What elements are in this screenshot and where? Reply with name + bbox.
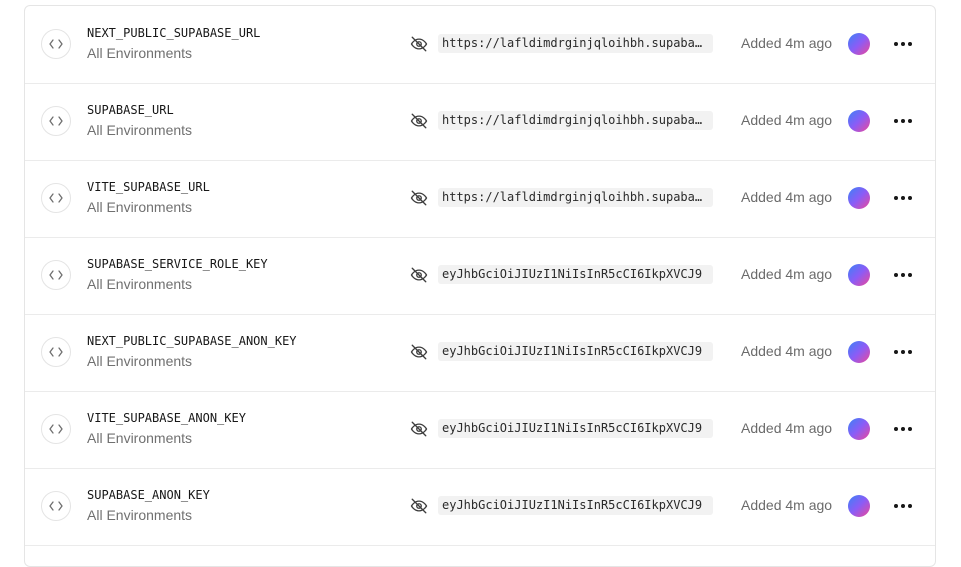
code-icon xyxy=(41,183,71,213)
env-var-row[interactable]: VITE_SUPABASE_URL All Environments https… xyxy=(25,160,935,238)
env-var-name[interactable]: VITE_SUPABASE_URL xyxy=(87,180,210,194)
code-icon xyxy=(41,106,71,136)
env-var-row[interactable]: VITE_SUPABASE_ANON_KEY All Environments … xyxy=(25,391,935,469)
avatar xyxy=(848,187,870,209)
env-var-environments: All Environments xyxy=(87,122,193,138)
avatar xyxy=(848,495,870,517)
env-var-row[interactable]: NEXT_PUBLIC_SUPABASE_URL All Environment… xyxy=(25,6,935,84)
env-var-row[interactable]: SUPABASE_URL All Environments https://la… xyxy=(25,83,935,161)
more-horizontal-icon[interactable] xyxy=(891,420,915,438)
env-var-value[interactable]: eyJhbGciOiJIUzI1NiIsInR5cCI6IkpXVCJ9 xyxy=(438,342,713,361)
env-var-environments: All Environments xyxy=(87,353,193,369)
avatar xyxy=(848,264,870,286)
more-horizontal-icon[interactable] xyxy=(891,266,915,284)
env-var-value[interactable]: https://lafldimdrginjqloihbh.supabase.co xyxy=(438,188,713,207)
more-horizontal-icon[interactable] xyxy=(891,343,915,361)
env-var-environments: All Environments xyxy=(87,430,193,446)
env-var-name[interactable]: NEXT_PUBLIC_SUPABASE_ANON_KEY xyxy=(87,334,297,348)
code-icon xyxy=(41,337,71,367)
code-icon xyxy=(41,29,71,59)
eye-off-icon[interactable] xyxy=(410,266,428,284)
eye-off-icon[interactable] xyxy=(410,112,428,130)
env-var-value[interactable]: https://lafldimdrginjqloihbh.supabase.co xyxy=(438,111,713,130)
env-var-name[interactable]: NEXT_PUBLIC_SUPABASE_URL xyxy=(87,26,260,40)
env-var-environments: All Environments xyxy=(87,45,193,61)
env-var-list: NEXT_PUBLIC_SUPABASE_URL All Environment… xyxy=(24,5,936,567)
env-var-name[interactable]: SUPABASE_ANON_KEY xyxy=(87,488,210,502)
code-icon xyxy=(41,260,71,290)
env-var-environments: All Environments xyxy=(87,507,193,523)
added-timestamp: Added 4m ago xyxy=(741,420,833,436)
eye-off-icon[interactable] xyxy=(410,497,428,515)
env-var-name[interactable]: SUPABASE_SERVICE_ROLE_KEY xyxy=(87,257,268,271)
more-horizontal-icon[interactable] xyxy=(891,112,915,130)
added-timestamp: Added 4m ago xyxy=(741,35,833,51)
avatar xyxy=(848,33,870,55)
avatar xyxy=(848,110,870,132)
eye-off-icon[interactable] xyxy=(410,189,428,207)
added-timestamp: Added 4m ago xyxy=(741,497,833,513)
added-timestamp: Added 4m ago xyxy=(741,189,833,205)
eye-off-icon[interactable] xyxy=(410,420,428,438)
more-horizontal-icon[interactable] xyxy=(891,35,915,53)
eye-off-icon[interactable] xyxy=(410,35,428,53)
more-horizontal-icon[interactable] xyxy=(891,189,915,207)
eye-off-icon[interactable] xyxy=(410,343,428,361)
avatar xyxy=(848,341,870,363)
env-var-row[interactable]: SUPABASE_SERVICE_ROLE_KEY All Environmen… xyxy=(25,237,935,315)
added-timestamp: Added 4m ago xyxy=(741,112,833,128)
env-var-name[interactable]: VITE_SUPABASE_ANON_KEY xyxy=(87,411,246,425)
more-horizontal-icon[interactable] xyxy=(891,497,915,515)
code-icon xyxy=(41,491,71,521)
added-timestamp: Added 4m ago xyxy=(741,266,833,282)
added-timestamp: Added 4m ago xyxy=(741,343,833,359)
env-var-value[interactable]: eyJhbGciOiJIUzI1NiIsInR5cCI6IkpXVCJ9 xyxy=(438,265,713,284)
env-var-environments: All Environments xyxy=(87,199,193,215)
avatar xyxy=(848,418,870,440)
env-var-row[interactable]: SUPABASE_ANON_KEY All Environments eyJhb… xyxy=(25,468,935,546)
env-var-value[interactable]: eyJhbGciOiJIUzI1NiIsInR5cCI6IkpXVCJ9 xyxy=(438,496,713,515)
env-var-row[interactable]: NEXT_PUBLIC_SUPABASE_ANON_KEY All Enviro… xyxy=(25,314,935,392)
env-var-environments: All Environments xyxy=(87,276,193,292)
env-var-name[interactable]: SUPABASE_URL xyxy=(87,103,174,117)
code-icon xyxy=(41,414,71,444)
env-var-value[interactable]: eyJhbGciOiJIUzI1NiIsInR5cCI6IkpXVCJ9 xyxy=(438,419,713,438)
env-var-value[interactable]: https://lafldimdrginjqloihbh.supabase.co xyxy=(438,34,713,53)
